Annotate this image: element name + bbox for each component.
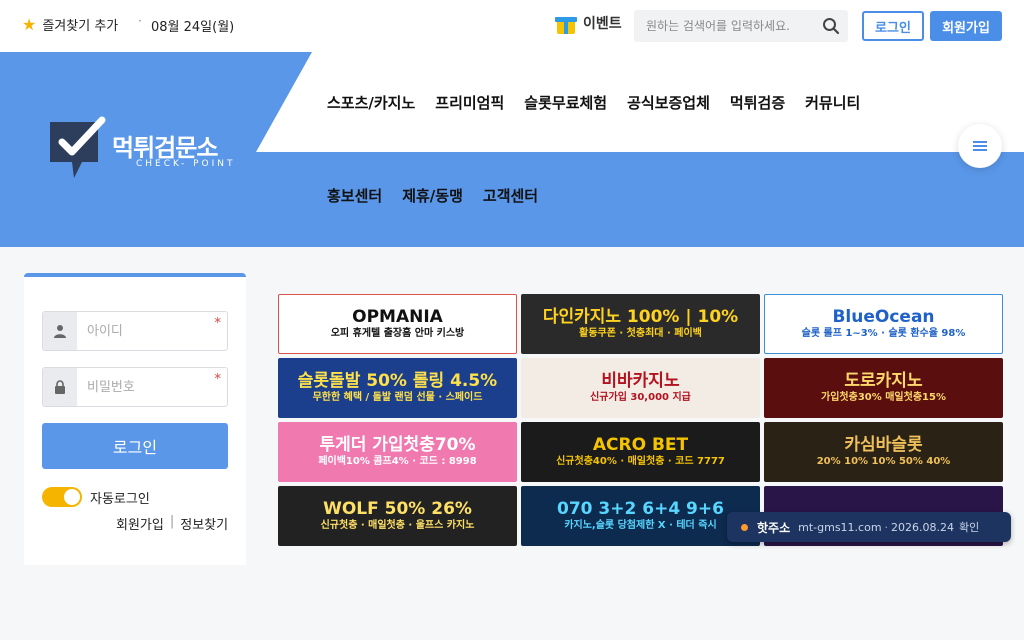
current-date: 08월 24일(월) — [151, 20, 235, 35]
hot-address-date: 2026.08.24 — [891, 520, 955, 534]
banner-spade-slot[interactable]: 슬롯돌발 50% 롤링 4.5% 무한한 혜택 / 돌발 랜덤 선물 · 스페이드 — [278, 358, 517, 418]
banner-viva-casino[interactable]: 비바카지노 신규가입 30,000 지급 — [521, 358, 760, 418]
account-links: 회원가입 | 정보찾기 — [116, 514, 228, 533]
user-icon — [43, 312, 77, 350]
banner-headline: 도로카지노 — [844, 371, 923, 392]
banner-subtext: 활동쿠폰 · 첫충최대 · 페이백 — [579, 328, 702, 340]
banner-headline: 다인카지노 100% | 10% — [542, 307, 739, 328]
banner-headline: 070 3+2 6+4 9+6 — [557, 499, 724, 520]
nav-premium-pick[interactable]: 프리미엄픽 — [435, 92, 504, 113]
required-mark: * — [214, 372, 222, 387]
lock-icon — [43, 368, 77, 406]
banner-subtext: 페이백10% 콤프4% · 코드 : 8998 — [318, 456, 477, 468]
banner-subtext: 가입첫충30% 매일첫충15% — [821, 392, 946, 404]
banner-headline: 비바카지노 — [601, 371, 680, 392]
auto-login-label: 자동로그인 — [90, 492, 150, 507]
auto-login-toggle[interactable] — [42, 487, 82, 507]
main-nav-secondary: 홍보센터 제휴/동맹 고객센터 — [327, 185, 538, 206]
banner-subtext: 카지노,슬롯 당첨제한 X · 테더 즉시 — [564, 520, 717, 532]
banner-dain-casino[interactable]: 다인카지노 100% | 10% 활동쿠폰 · 첫충최대 · 페이백 — [521, 294, 760, 354]
banner-subtext: 신규가입 30,000 지급 — [590, 392, 691, 404]
banner-doro-casino[interactable]: 도로카지노 가입첫충30% 매일첫충15% — [764, 358, 1003, 418]
toast-confirm-button[interactable]: 확인 — [959, 519, 979, 535]
gift-icon — [555, 12, 577, 34]
top-bar: ★ 즐겨찾기 추가 · 08월 24일(월) 이벤트 로그인 회원가입 — [0, 0, 1024, 52]
search-box — [634, 10, 848, 42]
banner-together[interactable]: 투게더 가입첫충70% 페이백10% 콤프4% · 코드 : 8998 — [278, 422, 517, 482]
add-favorite-link[interactable]: ★ 즐겨찾기 추가 — [22, 15, 118, 34]
search-icon[interactable] — [822, 17, 840, 35]
star-icon: ★ — [22, 15, 37, 34]
banner-subtext: 무한한 혜택 / 돌발 랜덤 선물 · 스페이드 — [312, 392, 483, 404]
join-button[interactable]: 회원가입 — [930, 11, 1002, 41]
banner-acro-bet[interactable]: ACRO BET 신규첫충40% · 매일첫충 · 코드 7777 — [521, 422, 760, 482]
nav-sports-casino[interactable]: 스포츠/카지노 — [327, 92, 415, 113]
link-divider: | — [169, 514, 175, 529]
banner-subtext: 신규첫충40% · 매일첫충 · 코드 7777 — [556, 456, 725, 468]
nav-promo-center[interactable]: 홍보센터 — [327, 185, 382, 206]
event-label: 이벤트 — [583, 16, 622, 32]
login-button[interactable]: 로그인 — [862, 11, 924, 41]
toast-separator: · — [884, 520, 889, 534]
lower-page-area — [0, 565, 1024, 640]
login-submit-button[interactable]: 로그인 — [42, 423, 228, 469]
login-panel: * * 로그인 자동로그인 회원가입 | 정보찾기 — [24, 273, 246, 573]
required-mark: * — [214, 316, 222, 331]
banner-subtext: 20% 10% 10% 50% 40% — [816, 456, 951, 468]
banner-wolf[interactable]: WOLF 50% 26% 신규첫충 · 매일첫충 · 울프스 카지노 — [278, 486, 517, 546]
banner-blue-ocean[interactable]: BlueOcean 슬롯 롤프 1~3% · 슬롯 환수율 98% — [764, 294, 1003, 354]
search-input[interactable] — [634, 10, 814, 42]
banner-casimba-slot[interactable]: 카심바슬롯 20% 10% 10% 50% 40% — [764, 422, 1003, 482]
event-link[interactable]: 이벤트 — [555, 12, 622, 34]
site-logo[interactable]: 먹튀검문소 CHECK- POINT — [44, 116, 264, 186]
banner-subtext: 신규첫충 · 매일첫충 · 울프스 카지노 — [320, 520, 475, 532]
banner-headline: OPMANIA — [352, 307, 443, 328]
password-field: * — [42, 367, 228, 407]
password-input[interactable] — [77, 368, 217, 406]
banner-headline: 슬롯돌발 50% 롤링 4.5% — [297, 371, 498, 392]
nav-verification[interactable]: 먹튀검증 — [730, 92, 785, 113]
banner-subtext: 오피 휴게텔 출장홈 안마 키스방 — [330, 328, 465, 340]
check-logo-icon — [50, 116, 106, 178]
favorite-label: 즐겨찾기 추가 — [42, 19, 119, 34]
banner-headline: WOLF 50% 26% — [323, 499, 472, 520]
hot-address-toast[interactable]: 핫주소 mt-gms11.com · 2026.08.24 확인 — [727, 512, 1011, 542]
banner-opmania[interactable]: OPMANIA 오피 휴게텔 출장홈 안마 키스방 — [278, 294, 517, 354]
nav-customer-center[interactable]: 고객센터 — [483, 185, 538, 206]
nav-partnership[interactable]: 제휴/동맹 — [402, 185, 463, 206]
main-nav-primary: 스포츠/카지노 프리미엄픽 슬롯무료체험 공식보증업체 먹튀검증 커뮤니티 — [327, 92, 860, 113]
banner-headline: 투게더 가입첫충70% — [319, 435, 476, 456]
banner-headline: ACRO BET — [592, 435, 689, 456]
id-field: * — [42, 311, 228, 351]
banner-070[interactable]: 070 3+2 6+4 9+6 카지노,슬롯 당첨제한 X · 테더 즉시 — [521, 486, 760, 546]
signup-link[interactable]: 회원가입 — [116, 514, 164, 533]
find-info-link[interactable]: 정보찾기 — [180, 514, 228, 533]
hot-address-label: 핫주소 — [757, 520, 791, 535]
nav-community[interactable]: 커뮤니티 — [805, 92, 860, 113]
logo-subtitle: CHECK- POINT — [136, 159, 236, 169]
logo-title: 먹튀검문소 — [112, 134, 218, 162]
site-header: 먹튀검문소 CHECK- POINT 스포츠/카지노 프리미엄픽 슬롯무료체험 … — [0, 52, 1024, 247]
status-dot-icon — [741, 523, 748, 531]
banner-subtext: 슬롯 롤프 1~3% · 슬롯 환수율 98% — [801, 328, 966, 340]
banner-headline: BlueOcean — [832, 307, 935, 328]
id-input[interactable] — [77, 312, 217, 350]
banner-headline: 카심바슬롯 — [844, 435, 923, 456]
hot-address-url[interactable]: mt-gms11.com — [798, 521, 881, 534]
nav-slot-free[interactable]: 슬롯무료체험 — [524, 92, 607, 113]
hamburger-menu-icon[interactable] — [958, 124, 1002, 168]
separator: · — [138, 14, 142, 28]
nav-official-guarantee[interactable]: 공식보증업체 — [627, 92, 710, 113]
